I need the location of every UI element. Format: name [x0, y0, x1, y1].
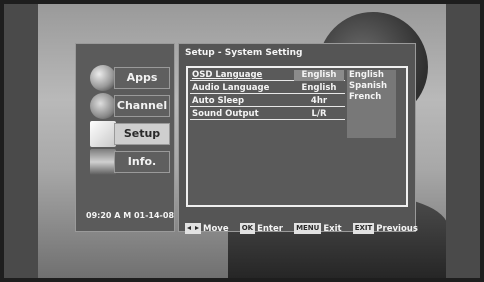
- clock-display: 09:20 A M 01-14-08: [86, 211, 175, 220]
- dropdown-option[interactable]: French: [347, 92, 396, 103]
- sidebar: Apps Channel Setup Info. 09:20 A M 01-14…: [75, 43, 175, 232]
- enter-hint: Enter: [257, 223, 283, 234]
- setting-value: L/R: [311, 109, 327, 119]
- osd-menu: Apps Channel Setup Info. 09:20 A M 01-14…: [75, 43, 418, 234]
- sidebar-item-apps[interactable]: Apps: [86, 65, 170, 91]
- language-dropdown: English Spanish French: [347, 70, 396, 138]
- settings-panel: Setup - System Setting OSD Language Engl…: [178, 43, 418, 234]
- sidebar-item-label: Channel: [114, 95, 170, 117]
- setting-label: Auto Sleep: [192, 96, 245, 106]
- sidebar-item-label: Setup: [114, 123, 170, 145]
- setting-label: OSD Language: [192, 70, 263, 80]
- move-hint: Move: [203, 223, 229, 234]
- ok-key-icon: OK: [239, 223, 256, 234]
- setting-value: English: [301, 83, 337, 93]
- dropdown-option[interactable]: English: [347, 70, 396, 81]
- right-letterbox: [446, 4, 480, 278]
- sidebar-item-setup[interactable]: Setup: [86, 121, 170, 147]
- exit-key-icon: EXIT: [352, 223, 375, 234]
- setting-row-osd-language[interactable]: OSD Language English: [190, 70, 345, 81]
- sidebar-item-channel[interactable]: Channel: [86, 93, 170, 119]
- previous-hint: Previous: [376, 223, 418, 234]
- setting-value: 4hr: [310, 96, 328, 106]
- setting-label: Audio Language: [192, 83, 270, 93]
- globe-icon: [90, 65, 116, 91]
- page-title: Setup - System Setting: [185, 48, 303, 58]
- info-icon: [90, 149, 116, 175]
- sidebar-item-label: Info.: [114, 151, 170, 173]
- setting-label: Sound Output: [192, 109, 259, 119]
- setting-row-audio-language[interactable]: Audio Language English: [190, 83, 345, 94]
- arrow-keys-icon: [185, 223, 201, 234]
- setting-row-auto-sleep[interactable]: Auto Sleep 4hr: [190, 96, 345, 107]
- dropdown-option[interactable]: Spanish: [347, 81, 396, 92]
- channel-icon: [90, 93, 116, 119]
- exit-hint: Exit: [323, 223, 342, 234]
- menu-key-icon: MENU: [294, 223, 322, 234]
- left-letterbox: [4, 4, 38, 278]
- sidebar-item-info[interactable]: Info.: [86, 149, 170, 175]
- sidebar-item-label: Apps: [114, 67, 170, 89]
- key-hints: Move OK Enter MENU Exit EXIT Previous: [185, 218, 424, 234]
- settings-list: OSD Language English Audio Language Engl…: [186, 66, 408, 207]
- setting-value: English: [294, 70, 344, 81]
- setup-icon: [90, 121, 116, 147]
- setting-row-sound-output[interactable]: Sound Output L/R: [190, 109, 345, 120]
